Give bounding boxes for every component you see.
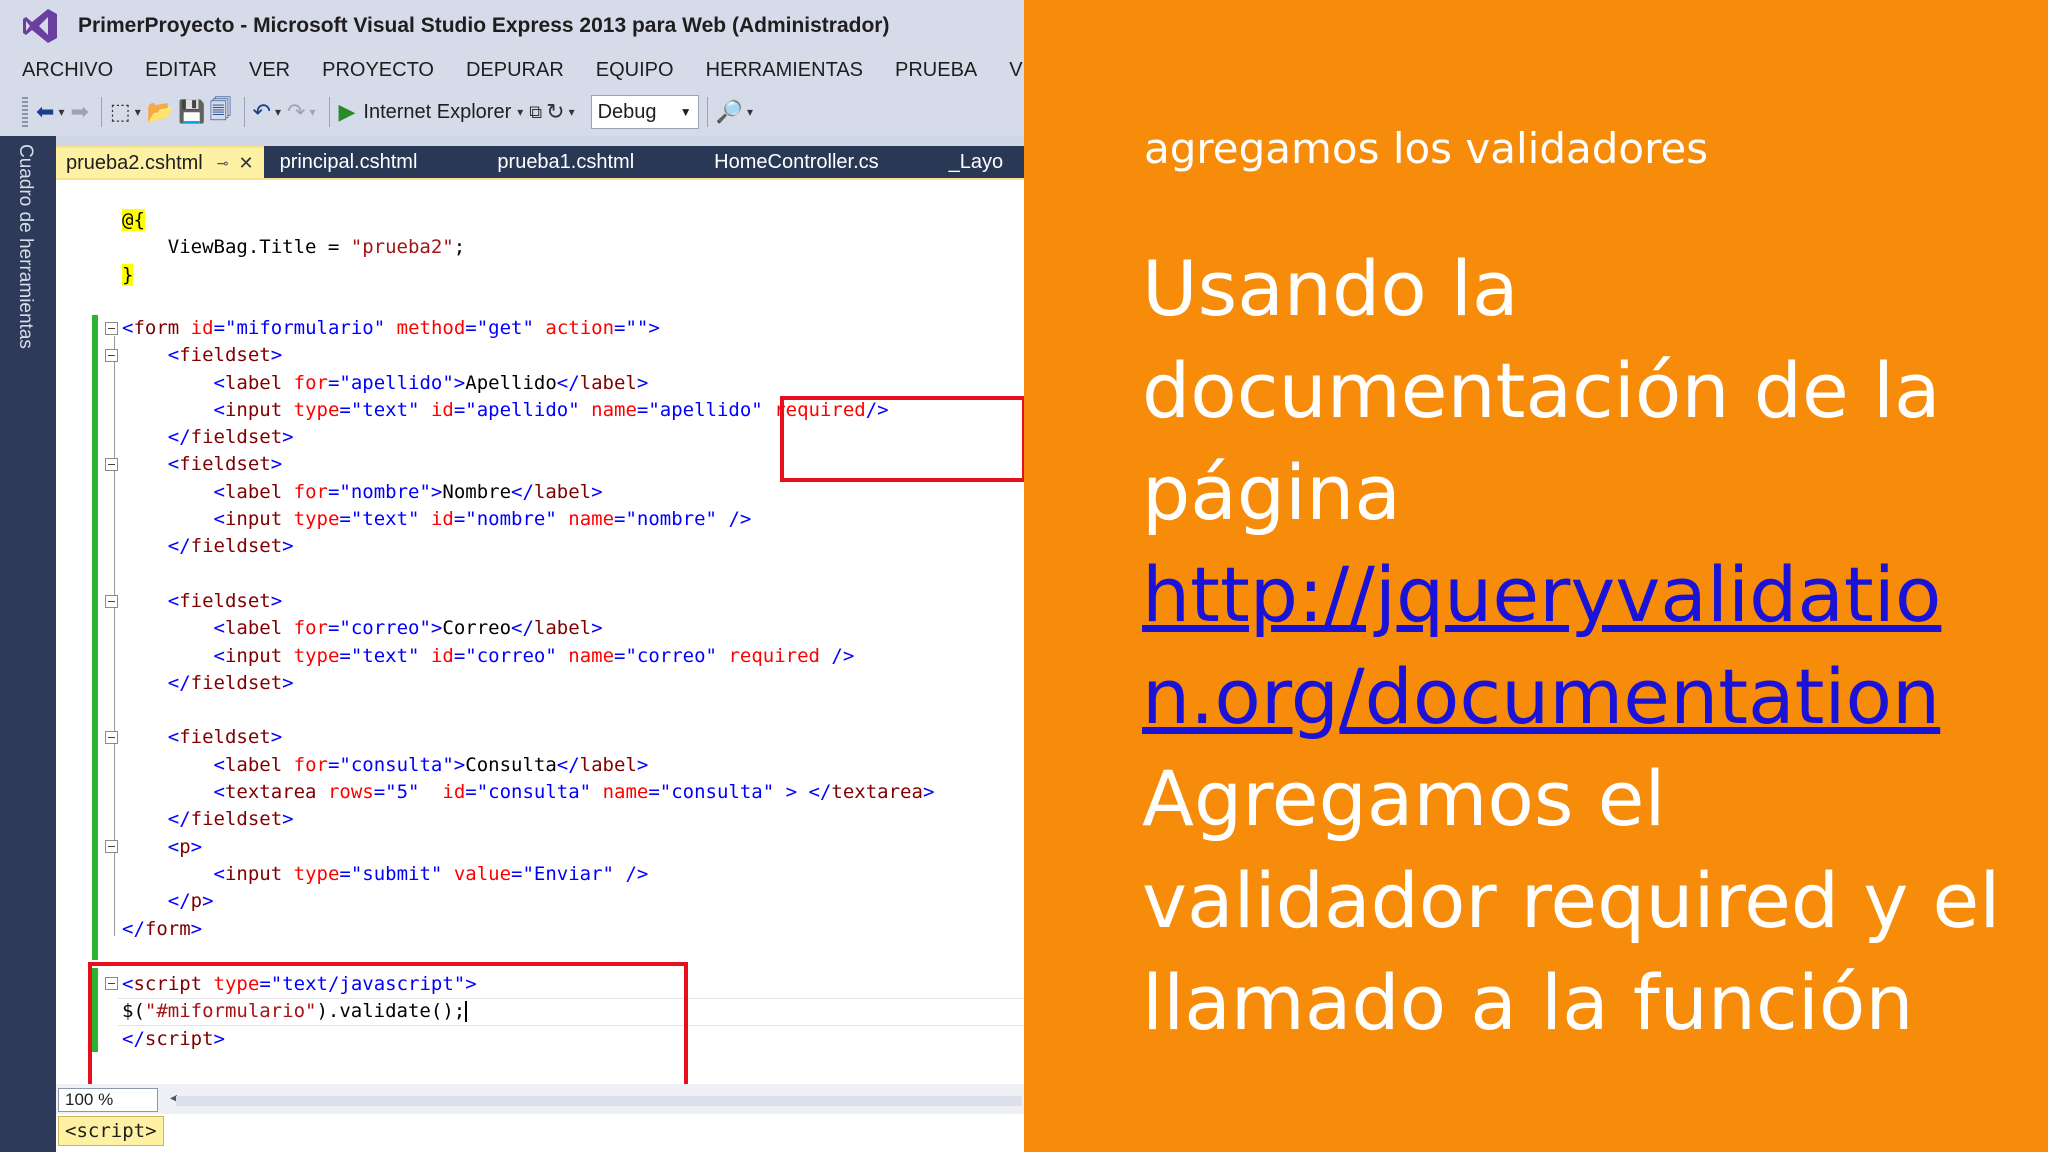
tab-label: prueba1.cshtml xyxy=(497,150,635,173)
collapse-fieldset-icon[interactable] xyxy=(105,595,118,608)
window-title: PrimerProyecto - Microsoft Visual Studio… xyxy=(78,14,890,37)
tab-homecontroller[interactable]: HomeController.cs xyxy=(704,146,889,178)
toolbar-grip[interactable] xyxy=(22,97,28,127)
title-bar: PrimerProyecto - Microsoft Visual Studio… xyxy=(0,0,1024,52)
code-razor-block: @{ ViewBag.Title = "prueba2"; } xyxy=(122,209,466,286)
collapse-fieldset-icon[interactable] xyxy=(105,458,118,471)
pin-icon[interactable]: ⊸ xyxy=(217,155,229,172)
save-all-icon[interactable]: 🗐 xyxy=(210,96,232,128)
solution-configuration-select[interactable]: Debug ▼ xyxy=(590,95,699,129)
collapse-form-icon[interactable] xyxy=(105,322,118,335)
document-tab-bar: prueba2.cshtml ⊸ ✕ principal.cshtml prue… xyxy=(56,146,1024,178)
collapse-fieldset-icon[interactable] xyxy=(105,349,118,362)
slide-subtitle: agregamos los validadores xyxy=(1144,124,1709,173)
menu-editar[interactable]: EDITAR xyxy=(129,59,233,82)
change-tracking-bar xyxy=(92,315,98,960)
collapse-fieldset-icon[interactable] xyxy=(105,731,118,744)
start-debug-icon[interactable]: ▶ xyxy=(338,100,355,125)
menu-archivo[interactable]: ARCHIVO xyxy=(0,59,129,82)
slide-body: Usando la documentación de la página htt… xyxy=(1142,238,2022,1054)
redo-icon[interactable]: ↷ xyxy=(287,96,305,128)
menu-bar: ARCHIVO EDITAR VER PROYECTO DEPURAR EQUI… xyxy=(0,52,1024,88)
slide-line: Agregamos el xyxy=(1142,754,1666,843)
link-text-part: http://jqueryvalidatio xyxy=(1142,550,1942,639)
tab-principal[interactable]: principal.cshtml xyxy=(270,146,428,178)
tab-label: HomeController.cs xyxy=(714,150,879,173)
horizontal-scrollbar[interactable] xyxy=(176,1096,1022,1106)
toolbar-separator xyxy=(243,97,245,127)
refresh-icon[interactable]: ↻ xyxy=(546,96,564,128)
slide-line: llamado a la función xyxy=(1142,958,1914,1047)
new-project-dropdown-icon[interactable]: ▾ xyxy=(135,105,141,119)
toolbar-options-icon[interactable]: ▾ xyxy=(747,105,753,119)
chevron-down-icon: ▼ xyxy=(679,105,692,119)
script-highlight-box xyxy=(88,962,688,1104)
back-icon[interactable]: ⬅ xyxy=(36,96,54,128)
tab-label: _Layo xyxy=(948,150,1004,173)
menu-ver[interactable]: VER xyxy=(233,59,306,82)
documentation-link[interactable]: http://jqueryvalidatio n.org/documentati… xyxy=(1142,544,2022,748)
tab-label: prueba2.cshtml xyxy=(66,151,203,174)
solution-configuration-value: Debug xyxy=(597,100,657,123)
slide-line: página xyxy=(1142,448,1401,537)
browser-link-icon[interactable]: ⧉ xyxy=(529,96,542,128)
menu-herramientas[interactable]: HERRAMIENTAS xyxy=(690,59,879,82)
browser-dropdown-icon[interactable]: ▾ xyxy=(517,105,523,119)
tab-layout[interactable]: _Layo xyxy=(939,146,1014,178)
back-dropdown-icon[interactable]: ▾ xyxy=(58,105,64,119)
zoom-select[interactable]: 100 % xyxy=(58,1088,158,1112)
tag-breadcrumb[interactable]: <script> xyxy=(58,1116,164,1146)
save-icon[interactable]: 💾 xyxy=(178,96,205,128)
forward-icon[interactable]: ➡ xyxy=(70,96,88,128)
close-icon[interactable]: ✕ xyxy=(238,153,253,174)
menu-equipo[interactable]: EQUIPO xyxy=(580,59,690,82)
visual-studio-logo-icon xyxy=(23,9,57,43)
slide-line: Usando la xyxy=(1142,244,1519,333)
link-text-part: n.org/documentation xyxy=(1142,652,1941,741)
standard-toolbar: ⬅ ▾ ➡ ⬚ ▾ 📂 💾 🗐 ↶ ▾ ↷ ▾ ▶ Internet Explo… xyxy=(0,88,1024,136)
tab-prueba1[interactable]: prueba1.cshtml xyxy=(487,146,644,178)
menu-prueba[interactable]: PRUEBA xyxy=(879,59,993,82)
slide-line: documentación de la xyxy=(1142,346,1941,435)
slide-line: validador required y el xyxy=(1142,856,2001,945)
toolbox-tab[interactable]: Cuadro de herramientas xyxy=(14,144,36,349)
tab-prueba2[interactable]: prueba2.cshtml ⊸ ✕ xyxy=(56,146,264,178)
toolbar-separator xyxy=(706,97,708,127)
menu-proyecto[interactable]: PROYECTO xyxy=(306,59,450,82)
visual-studio-window: PrimerProyecto - Microsoft Visual Studio… xyxy=(0,0,1024,1152)
tab-label: principal.cshtml xyxy=(279,150,418,173)
new-project-icon[interactable]: ⬚ xyxy=(110,96,131,128)
undo-dropdown-icon[interactable]: ▾ xyxy=(275,105,281,119)
slide-panel: agregamos los validadores Usando la docu… xyxy=(1024,0,2048,1152)
toolbar-separator xyxy=(100,97,102,127)
refresh-dropdown-icon[interactable]: ▾ xyxy=(569,105,575,119)
undo-icon[interactable]: ↶ xyxy=(253,96,271,128)
toolbar-separator xyxy=(329,97,331,127)
tag-navigation-bar xyxy=(56,1114,1024,1152)
redo-dropdown-icon[interactable]: ▾ xyxy=(309,105,315,119)
menu-depurar[interactable]: DEPURAR xyxy=(450,59,580,82)
browser-selector[interactable]: Internet Explorer xyxy=(363,101,511,124)
collapse-p-icon[interactable] xyxy=(105,840,118,853)
find-in-files-icon[interactable]: 🔎 xyxy=(716,96,743,128)
required-highlight-box xyxy=(780,396,1024,482)
menu-ventana[interactable]: VEN xyxy=(993,59,1024,82)
open-file-icon[interactable]: 📂 xyxy=(147,96,174,128)
